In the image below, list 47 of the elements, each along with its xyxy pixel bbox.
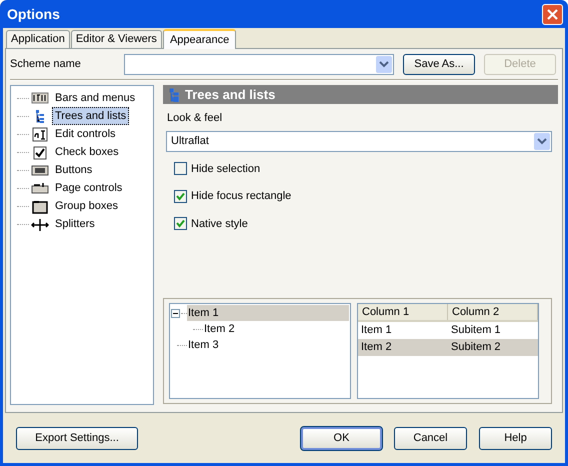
text-field-icon	[31, 126, 49, 142]
scheme-dropdown[interactable]	[124, 54, 394, 74]
look-dropdown[interactable]: Ultraflat	[166, 130, 552, 152]
tree-item[interactable]: Item 1	[187, 305, 349, 321]
tab[interactable]: Application	[6, 30, 70, 48]
tree-item[interactable]: Item 2	[203, 320, 235, 338]
group-box-icon	[31, 198, 49, 214]
dialog-button[interactable]: Export Settings...	[16, 426, 138, 450]
close-button[interactable]	[542, 4, 563, 24]
dialog-button[interactable]: Cancel	[394, 426, 467, 450]
dialog-button[interactable]: Help	[479, 426, 552, 450]
category-item[interactable]: Bars and menus	[52, 88, 138, 108]
tree-item[interactable]: Item 3	[187, 336, 219, 354]
section-title: Trees and lists	[185, 86, 276, 104]
category-item[interactable]: Trees and lists	[52, 106, 130, 126]
checkbox[interactable]	[174, 162, 187, 176]
column-header[interactable]: Column 2	[448, 304, 538, 320]
column-header[interactable]: Column 1	[358, 304, 448, 320]
collapse-icon[interactable]	[171, 308, 180, 318]
splitter-icon	[31, 216, 49, 232]
close-icon	[547, 8, 558, 20]
menu-bar-icon	[31, 90, 49, 106]
tab-control-icon	[31, 180, 49, 196]
checkbox-label: Native style	[191, 216, 248, 232]
category-item[interactable]: Page controls	[52, 178, 126, 198]
tree-icon	[169, 88, 179, 102]
list-row[interactable]: Item 1 Subitem 1	[358, 322, 538, 339]
list-row[interactable]: Item 2 Subitem 2	[358, 339, 538, 356]
checkbox[interactable]	[174, 190, 187, 203]
button-icon	[31, 162, 49, 178]
dialog-button[interactable]: OK	[301, 426, 382, 450]
tab[interactable]: Editor & Viewers	[70, 30, 162, 48]
category-item[interactable]: Edit controls	[52, 124, 119, 144]
checkbox-label: Hide selection	[191, 162, 260, 176]
field-label: Look & feel	[167, 111, 222, 126]
checkbox[interactable]	[174, 217, 187, 230]
category-item[interactable]: Buttons	[52, 160, 96, 180]
window-title: Options	[7, 4, 60, 24]
category-item[interactable]: Group boxes	[52, 196, 121, 216]
category-item[interactable]: Check boxes	[52, 142, 122, 162]
checkbox-icon	[31, 144, 49, 160]
checkbox-label: Hide focus rectangle	[191, 189, 292, 204]
category-item[interactable]: Splitters	[52, 214, 98, 234]
tab[interactable]: Appearance	[162, 29, 236, 49]
dropdown-value: Ultraflat	[171, 134, 209, 149]
scheme-button[interactable]: Save As...	[403, 54, 475, 74]
field-label: Scheme name	[10, 56, 82, 72]
